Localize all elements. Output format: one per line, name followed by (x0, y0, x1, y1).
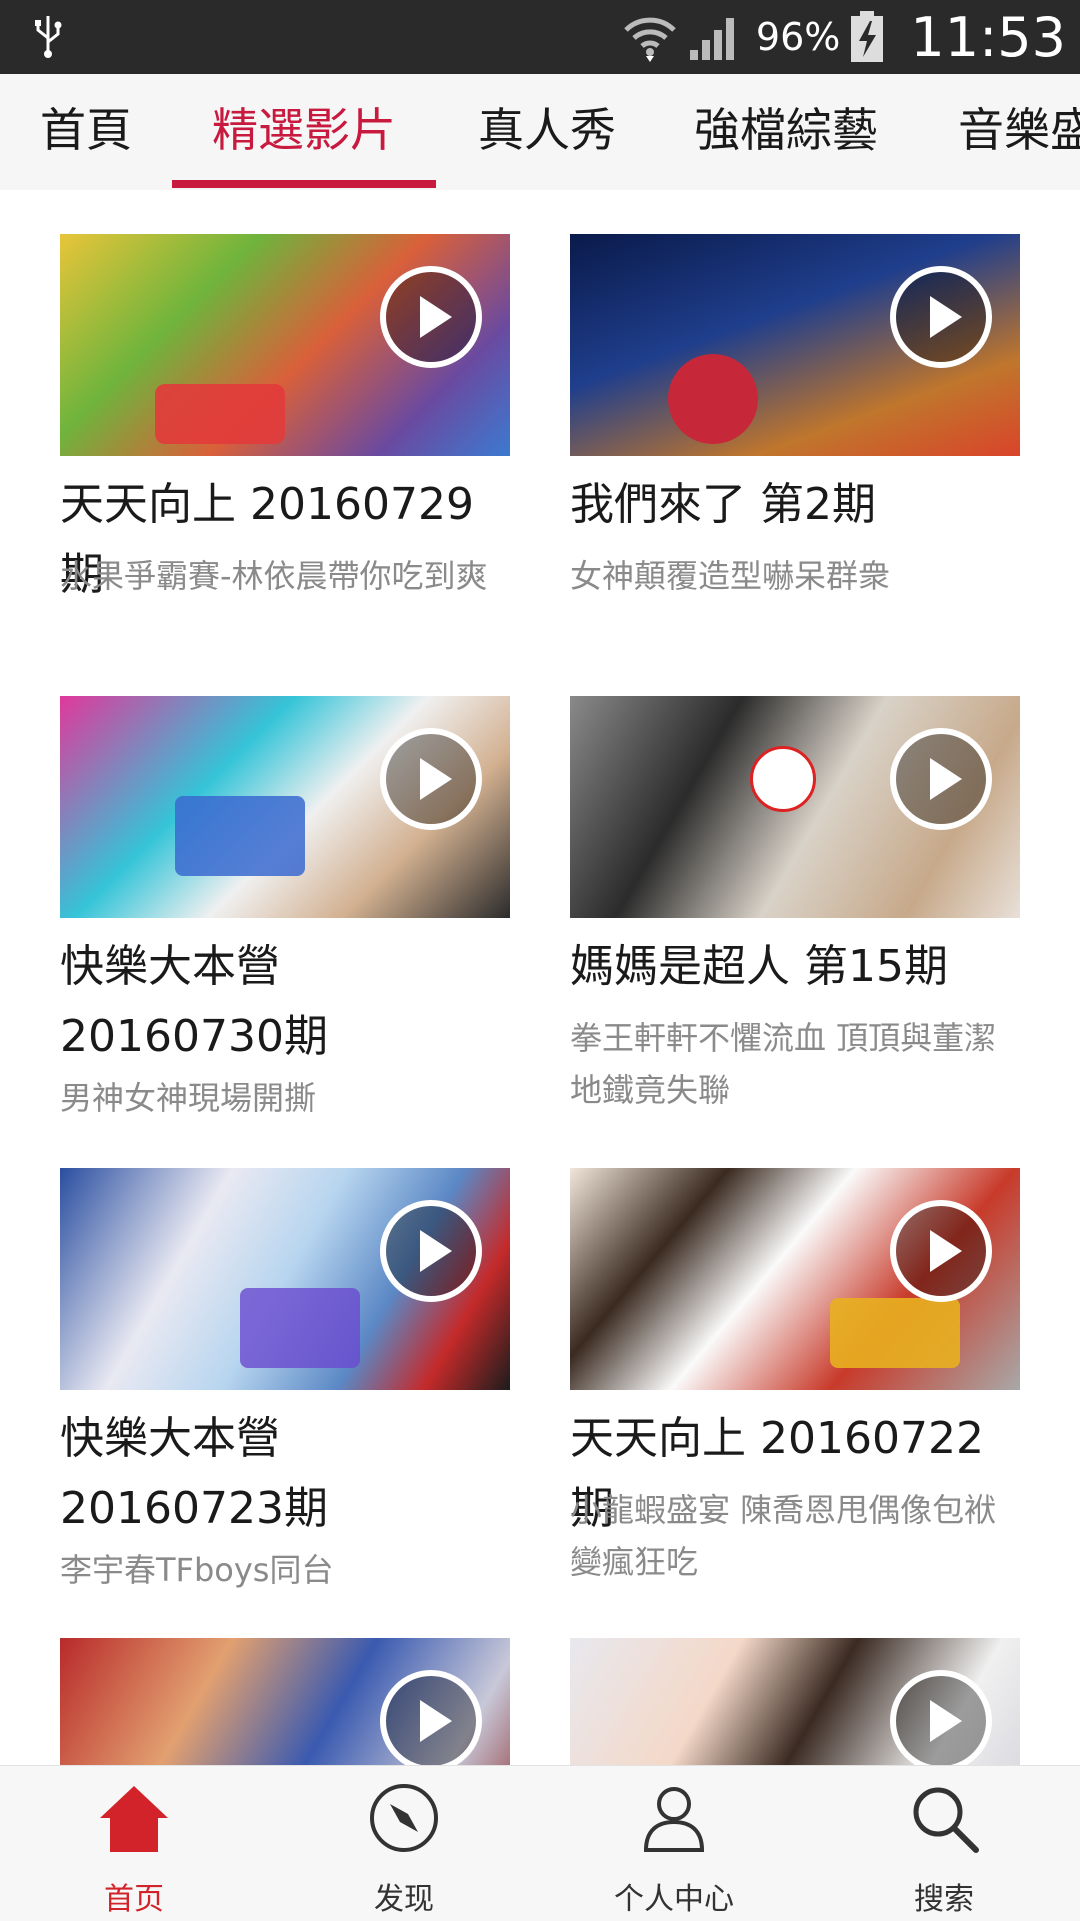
video-thumbnail[interactable] (60, 696, 510, 918)
video-thumbnail[interactable] (570, 1638, 1020, 1765)
video-subtitle: 小龍蝦盛宴 陳喬恩甩偶像包袱變瘋狂吃 (570, 1491, 997, 1581)
tab-variety[interactable]: 強檔綜藝 (694, 74, 878, 190)
compass-icon (370, 1784, 438, 1852)
signal-icon (689, 18, 734, 60)
video-thumbnail[interactable] (60, 1168, 510, 1390)
video-title[interactable]: 快樂大本營 20160730期 (60, 932, 510, 1072)
video-title[interactable]: 快樂大本營 20160723期 (60, 1404, 510, 1544)
nav-profile-label: 个人中心 (614, 1882, 734, 1917)
nav-home[interactable]: 首页 (34, 1766, 234, 1921)
video-subtitle: 拳王軒軒不懼流血 頂頂與董潔地鐵竟失聯 (570, 1019, 997, 1109)
tab-featured-videos[interactable]: 精選影片 (212, 74, 396, 190)
battery-percent: 96% (755, 15, 841, 59)
nav-home-label: 首页 (104, 1882, 164, 1917)
nav-profile[interactable]: 个人中心 (574, 1766, 774, 1921)
video-thumbnail[interactable] (570, 1168, 1020, 1390)
play-icon (380, 266, 482, 368)
video-thumbnail[interactable] (60, 234, 510, 456)
video-title[interactable]: 媽媽是超人 第15期 (570, 932, 1020, 1002)
play-icon (380, 1200, 482, 1302)
video-subtitle: 男神女神現場開撕 (60, 1079, 317, 1117)
nav-discover-label: 发现 (374, 1882, 434, 1917)
user-icon (643, 1787, 705, 1852)
status-bar: 96% 11:53 (0, 0, 1080, 74)
play-icon (380, 1670, 482, 1765)
play-icon (890, 266, 992, 368)
home-icon (100, 1786, 168, 1852)
video-subtitle: 女神顛覆造型嚇呆群衆 (570, 557, 891, 595)
play-icon (890, 1200, 992, 1302)
play-icon (890, 1670, 992, 1765)
tab-home[interactable]: 首頁 (40, 74, 132, 190)
nav-discover[interactable]: 发现 (304, 1766, 504, 1921)
video-grid: 天天向上 20160729期 水果爭霸賽-林依晨帶你吃到爽 我們來了 第2期 女… (0, 190, 1080, 1765)
video-thumbnail[interactable] (570, 234, 1020, 456)
video-title[interactable]: 我們來了 第2期 (570, 470, 1020, 540)
search-icon (913, 1787, 979, 1853)
wifi-icon (624, 17, 676, 62)
usb-icon (35, 16, 62, 58)
video-thumbnail[interactable] (570, 696, 1020, 918)
video-subtitle: 李宇春TFboys同台 (60, 1551, 334, 1589)
tab-music[interactable]: 音樂盛 (958, 74, 1080, 190)
bottom-navigation: 首页 发现 个人中心 搜索 (0, 1765, 1080, 1921)
battery-icon (851, 11, 884, 62)
nav-search[interactable]: 搜索 (844, 1766, 1044, 1921)
play-icon (380, 728, 482, 830)
clock: 11:53 (910, 5, 1066, 69)
video-subtitle: 水果爭霸賽-林依晨帶你吃到爽 (60, 557, 488, 595)
video-thumbnail[interactable] (60, 1638, 510, 1765)
tab-reality-show[interactable]: 真人秀 (478, 74, 616, 190)
active-tab-indicator (172, 180, 436, 188)
category-tabs: 首頁 精選影片 真人秀 強檔綜藝 音樂盛 (0, 74, 1080, 190)
play-icon (890, 728, 992, 830)
nav-search-label: 搜索 (914, 1882, 974, 1917)
